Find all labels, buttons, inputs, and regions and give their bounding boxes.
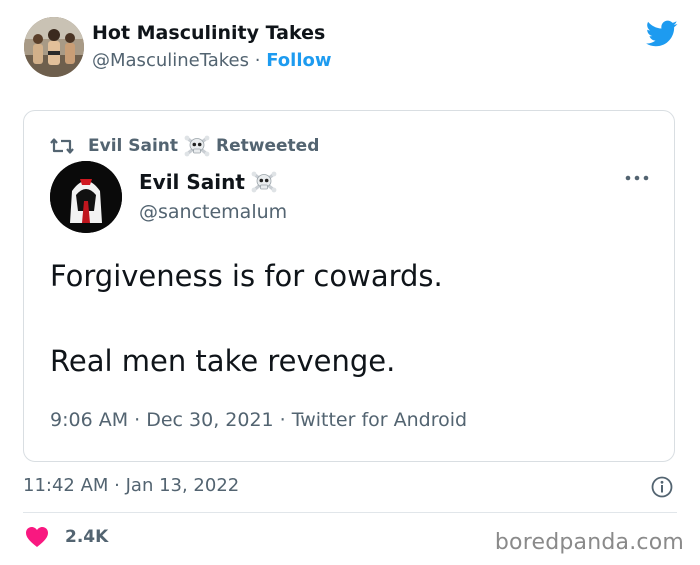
embedded-author-name-text[interactable]: Evil Saint [139,170,245,194]
embedded-author-handle[interactable]: @sanctemalum [139,201,287,223]
like-count: 2.4K [65,527,109,547]
heart-icon [26,527,48,547]
author-name[interactable]: Hot Masculinity Takes [92,22,325,44]
embedded-tweet-card[interactable]: Evil Saint Retweeted Evil Saint @sanctem… [23,110,675,462]
retweeted-suffix: Retweeted [216,136,320,156]
tweet-text-line-2: Real men take revenge. [50,344,396,378]
watermark: boredpanda.com [494,530,684,555]
embedded-author-name[interactable]: Evil Saint [139,169,283,195]
twitter-logo-icon[interactable] [646,20,678,48]
retweeter-name[interactable]: Evil Saint [88,136,178,156]
embedded-author-avatar[interactable] [50,161,122,233]
tweet-text-line-1: Forgiveness is for cowards. [50,259,443,293]
embedded-tweet-meta[interactable]: 9:06 AM · Dec 30, 2021 · Twitter for And… [50,409,467,431]
author-handle-line: @MasculineTakes · Follow [92,50,332,71]
author-handle[interactable]: @MasculineTakes [92,50,249,71]
tweet-embed: Hot Masculinity Takes @MasculineTakes · … [0,0,700,565]
retweet-icon [50,138,74,154]
retweeted-label: Evil Saint Retweeted [50,133,319,159]
like-button[interactable]: 2.4K [25,526,108,548]
info-icon[interactable] [651,476,673,498]
skull-crossbones-icon [251,171,277,193]
more-options-icon[interactable] [624,173,650,183]
divider [23,512,677,513]
separator-dot: · [254,50,261,71]
skull-crossbones-icon [184,135,210,157]
tweet-timestamp[interactable]: 11:42 AM · Jan 13, 2022 [23,475,239,496]
follow-link[interactable]: Follow [266,50,331,71]
author-avatar[interactable] [24,17,84,77]
